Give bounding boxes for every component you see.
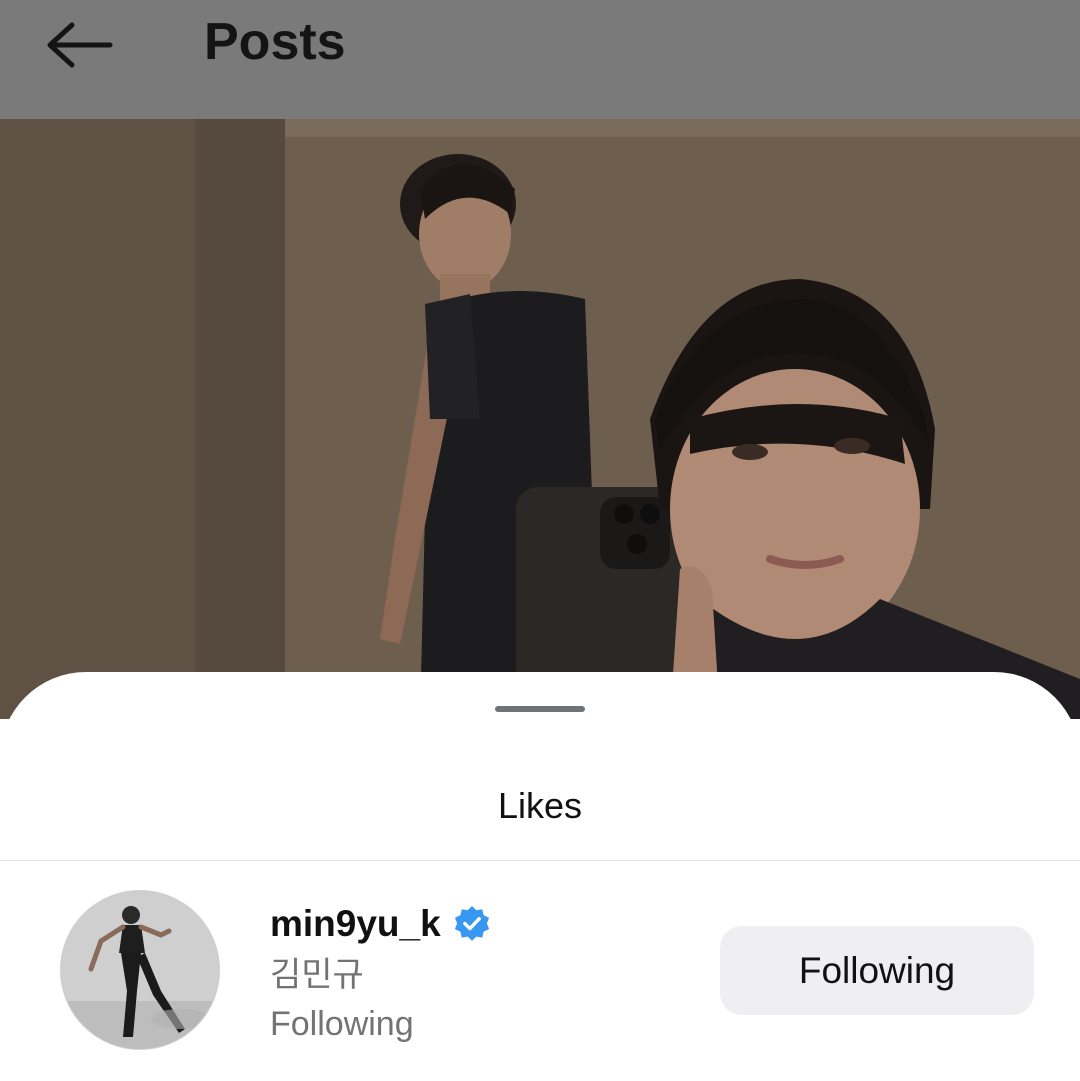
likes-sheet: Likes min9yu_k 김민규 Following Following [0,672,1080,1081]
following-button[interactable]: Following [720,926,1034,1015]
post-image [0,119,1080,719]
page-title: Posts [204,13,346,71]
full-name: 김민규 [270,955,364,995]
back-button[interactable] [44,20,114,70]
verified-badge-icon [454,905,489,941]
avatar[interactable] [60,890,220,1050]
drag-handle[interactable] [495,706,585,712]
arrow-left-icon [47,22,113,68]
username-line: min9yu_k [270,899,491,949]
sheet-title: Likes [497,785,583,826]
username[interactable]: min9yu_k [270,901,441,947]
list-item[interactable]: min9yu_k 김민규 Following Following [0,861,1080,1081]
follow-status: Following [270,1005,414,1043]
top-bar: Posts [0,0,1080,119]
